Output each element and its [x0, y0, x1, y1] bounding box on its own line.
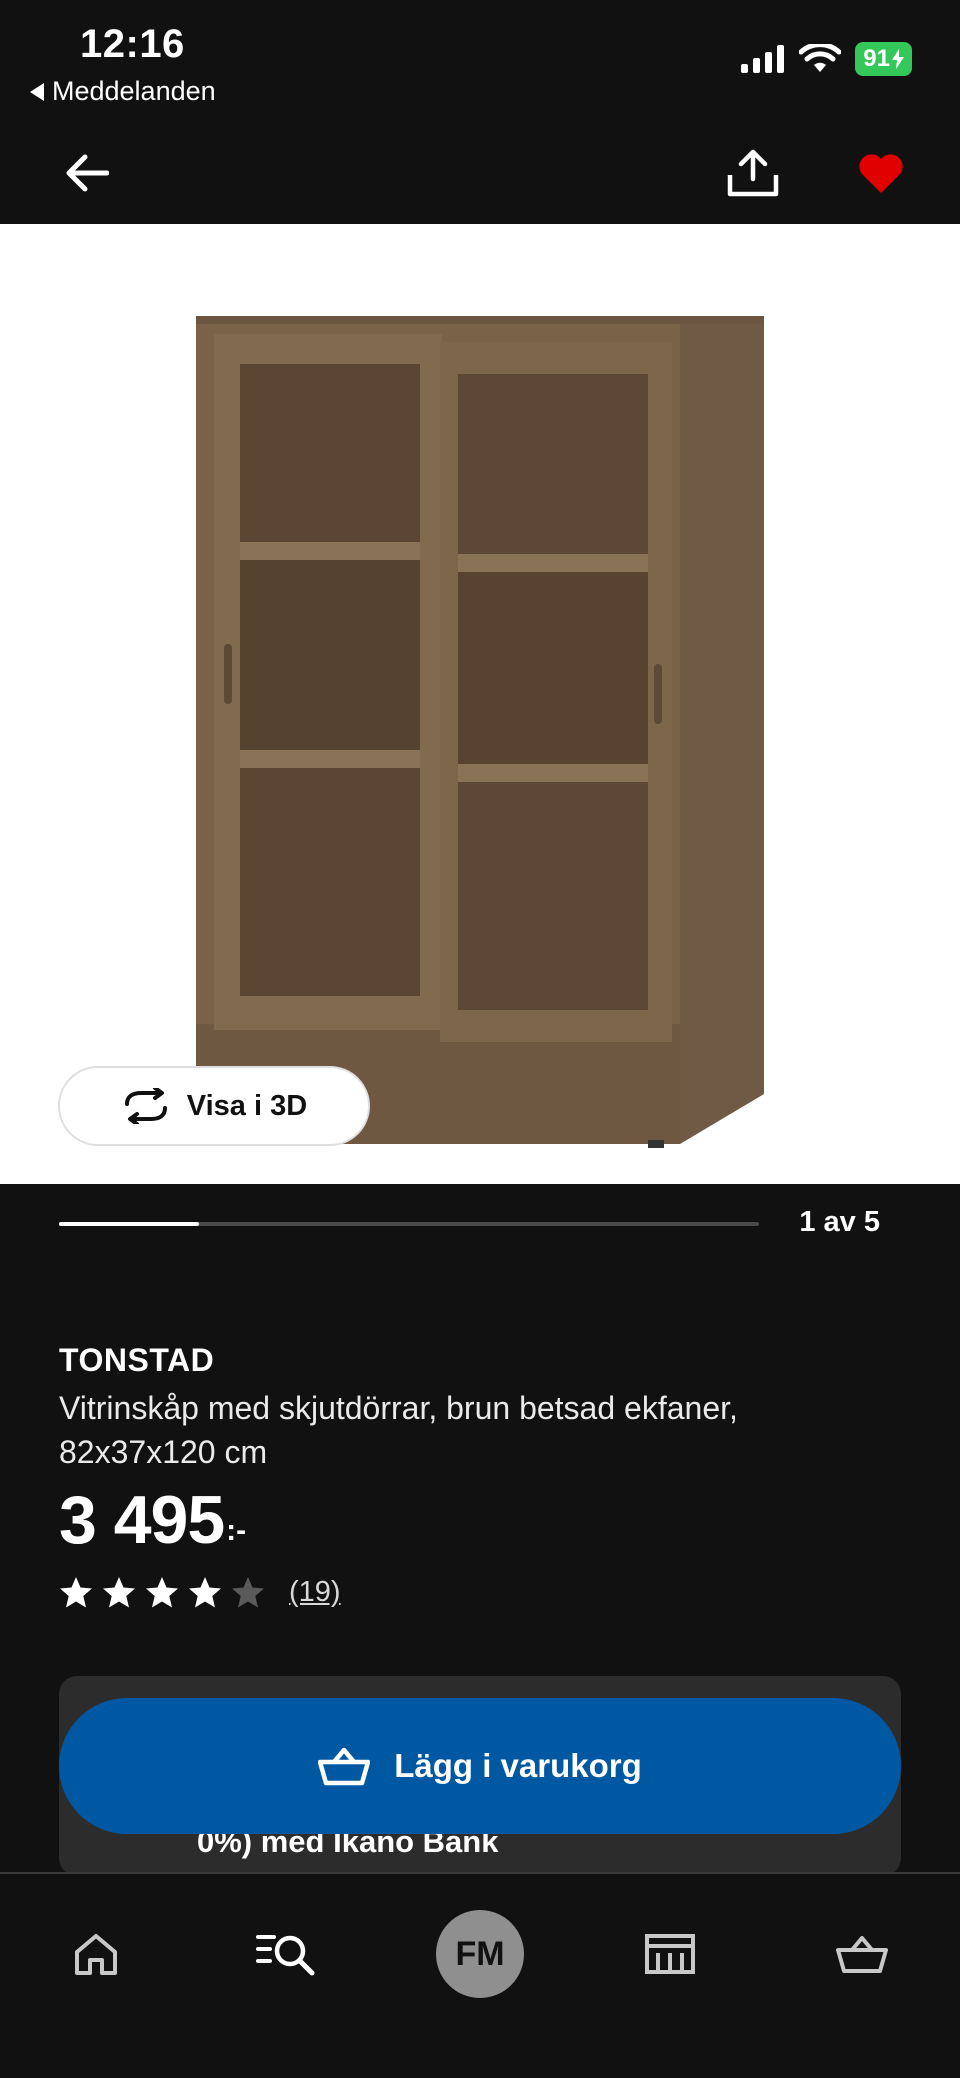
home-icon [75, 1934, 117, 1975]
share-button[interactable] [718, 138, 788, 208]
product-image [196, 316, 764, 1148]
product-description: Vitrinskåp med skjutdörrar, brun betsad … [59, 1390, 738, 1470]
nav-home[interactable] [46, 1904, 146, 2004]
status-time: 12:16 [80, 22, 185, 66]
nav-search[interactable] [236, 1904, 336, 2004]
back-button[interactable] [52, 138, 122, 208]
signal-icon [741, 45, 785, 73]
star-filled-icon [60, 1577, 92, 1608]
product-rating[interactable]: (19) [59, 1576, 341, 1609]
heart-icon [859, 154, 903, 193]
battery-level: 91 [863, 45, 890, 72]
view-3d-label: Visa i 3D [186, 1089, 308, 1122]
bottom-navigation: FM [0, 1872, 960, 2078]
favorite-button[interactable] [846, 138, 916, 208]
star-filled-icon [103, 1577, 135, 1608]
view-3d-button[interactable]: Visa i 3D [58, 1066, 370, 1146]
star-empty-icon [232, 1577, 264, 1608]
store-icon [645, 1934, 695, 1974]
wifi-icon [799, 44, 842, 72]
charging-bolt-icon [892, 49, 904, 69]
nav-cart[interactable] [812, 1904, 912, 2004]
product-price: 3 495 :- [59, 1484, 246, 1556]
arrow-left-icon [66, 154, 109, 192]
review-count-link[interactable]: (19) [289, 1576, 341, 1609]
nav-profile[interactable]: FM [430, 1904, 530, 2004]
product-image-gallery[interactable]: Visa i 3D [0, 224, 960, 1184]
search-list-icon [256, 1935, 315, 1976]
back-triangle-icon [30, 82, 44, 101]
app-header [0, 120, 960, 224]
share-icon [727, 149, 779, 197]
status-icons: 91 [741, 42, 912, 76]
price-integer: 3 495 [59, 1482, 225, 1558]
back-to-app-link[interactable]: Meddelanden [30, 76, 216, 107]
star-filled-icon [189, 1577, 221, 1608]
add-to-cart-button[interactable]: Lägg i varukorg [59, 1698, 901, 1834]
gallery-progress-track [59, 1222, 759, 1226]
product-screen: 12:16 Meddelanden 91 Visa i 3D 1 av 5 TO… [0, 0, 960, 2078]
rotate-3d-icon [124, 1088, 167, 1124]
back-app-label: Meddelanden [52, 76, 216, 106]
status-bar: 12:16 Meddelanden 91 [0, 0, 960, 120]
gallery-progress-fill [59, 1222, 199, 1226]
profile-avatar: FM [436, 1910, 524, 1998]
battery-indicator: 91 [855, 42, 912, 76]
nav-store[interactable] [620, 1904, 720, 2004]
gallery-counter: 1 av 5 [799, 1206, 880, 1238]
add-to-cart-label: Lägg i varukorg [394, 1747, 642, 1784]
basket-icon [836, 1936, 888, 1973]
product-brand: TONSTAD [59, 1342, 215, 1378]
star-filled-icon [146, 1577, 178, 1608]
price-suffix: :- [226, 1514, 247, 1547]
rating-stars [59, 1576, 265, 1609]
basket-icon [318, 1747, 371, 1786]
